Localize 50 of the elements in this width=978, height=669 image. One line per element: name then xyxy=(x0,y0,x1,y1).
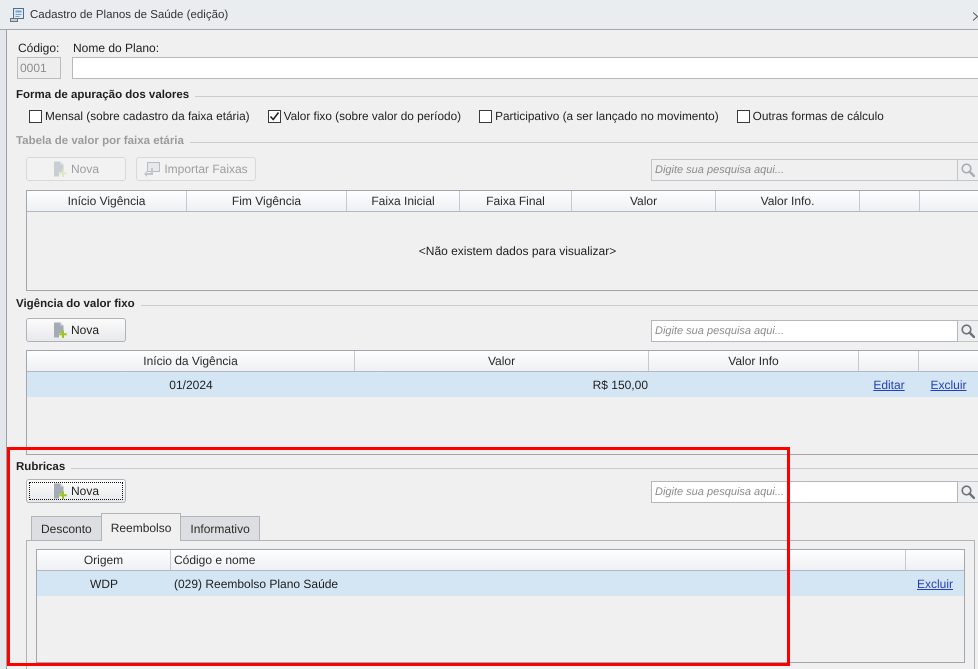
checkbox-label[interactable]: Participativo (a ser lançado no movimento) xyxy=(495,109,719,123)
form-icon xyxy=(9,6,25,22)
column-header[interactable]: Valor xyxy=(355,351,649,371)
section-title: Rubricas xyxy=(16,460,66,474)
window-title: Cadastro de Planos de Saúde (edição) xyxy=(30,8,228,20)
search-button[interactable] xyxy=(958,320,978,342)
search-field[interactable]: Digite sua pesquisa aqui... xyxy=(651,481,958,503)
checkbox[interactable] xyxy=(479,110,492,122)
document-plus-icon xyxy=(52,161,67,177)
checkbox-label[interactable]: Valor fixo (sobre valor do período) xyxy=(284,109,462,123)
tab[interactable]: Informativo xyxy=(180,516,260,540)
table-cell: R$ 150,00 xyxy=(592,378,648,392)
tab[interactable]: Desconto xyxy=(31,516,102,540)
checkbox[interactable] xyxy=(29,110,42,122)
action-link[interactable]: Excluir xyxy=(930,378,966,392)
field-label: Código: xyxy=(17,41,60,55)
document-plus-icon xyxy=(52,322,67,338)
table-cell: WDP xyxy=(90,576,118,590)
search-button[interactable] xyxy=(958,481,978,503)
document-plus-icon xyxy=(52,483,67,499)
column-header[interactable]: Código e nome xyxy=(171,550,906,570)
checkbox-label[interactable]: Outras formas de cálculo xyxy=(752,109,884,123)
new-button[interactable]: Nova xyxy=(26,318,126,342)
search-field[interactable]: Digite sua pesquisa aqui... xyxy=(651,320,958,342)
section-title: Forma de apuração dos valores xyxy=(16,88,190,102)
column-header[interactable]: Valor Info xyxy=(649,351,859,371)
column-header[interactable]: Início da Vigência xyxy=(27,351,355,371)
field-label: Nome do Plano: xyxy=(72,41,160,55)
search-icon xyxy=(961,163,975,177)
table-cell: 01/2024 xyxy=(169,378,213,392)
tab[interactable]: Reembolso xyxy=(100,513,182,541)
box-arrow-icon xyxy=(144,162,160,176)
search-icon xyxy=(961,324,975,338)
checkbox[interactable] xyxy=(736,110,750,122)
section-title: Vigência do valor fixo xyxy=(16,297,135,311)
empty-message: <Não existem dados para visualizar> xyxy=(418,244,616,258)
table-row[interactable]: WDP (029) Reembolso Plano Saúde Excluir xyxy=(37,571,964,596)
new-button[interactable]: Nova xyxy=(26,479,126,503)
column-header[interactable]: Origem xyxy=(37,550,171,570)
table-cell: (029) Reembolso Plano Saúde xyxy=(174,576,338,590)
check-icon xyxy=(268,110,280,122)
search-icon xyxy=(961,485,975,499)
action-link[interactable]: Excluir xyxy=(916,576,953,590)
action-link[interactable]: Editar xyxy=(873,378,905,392)
checkbox-label[interactable]: Mensal (sobre cadastro da faixa etária) xyxy=(45,109,250,123)
chevron-icon[interactable] xyxy=(973,12,978,21)
table-row[interactable]: 01/2024 R$ 150,00 Editar Excluir xyxy=(27,372,978,397)
checkbox[interactable] xyxy=(268,110,281,122)
section-title: Tabela de valor por faixa etária xyxy=(16,134,184,148)
name-field[interactable] xyxy=(72,57,978,79)
